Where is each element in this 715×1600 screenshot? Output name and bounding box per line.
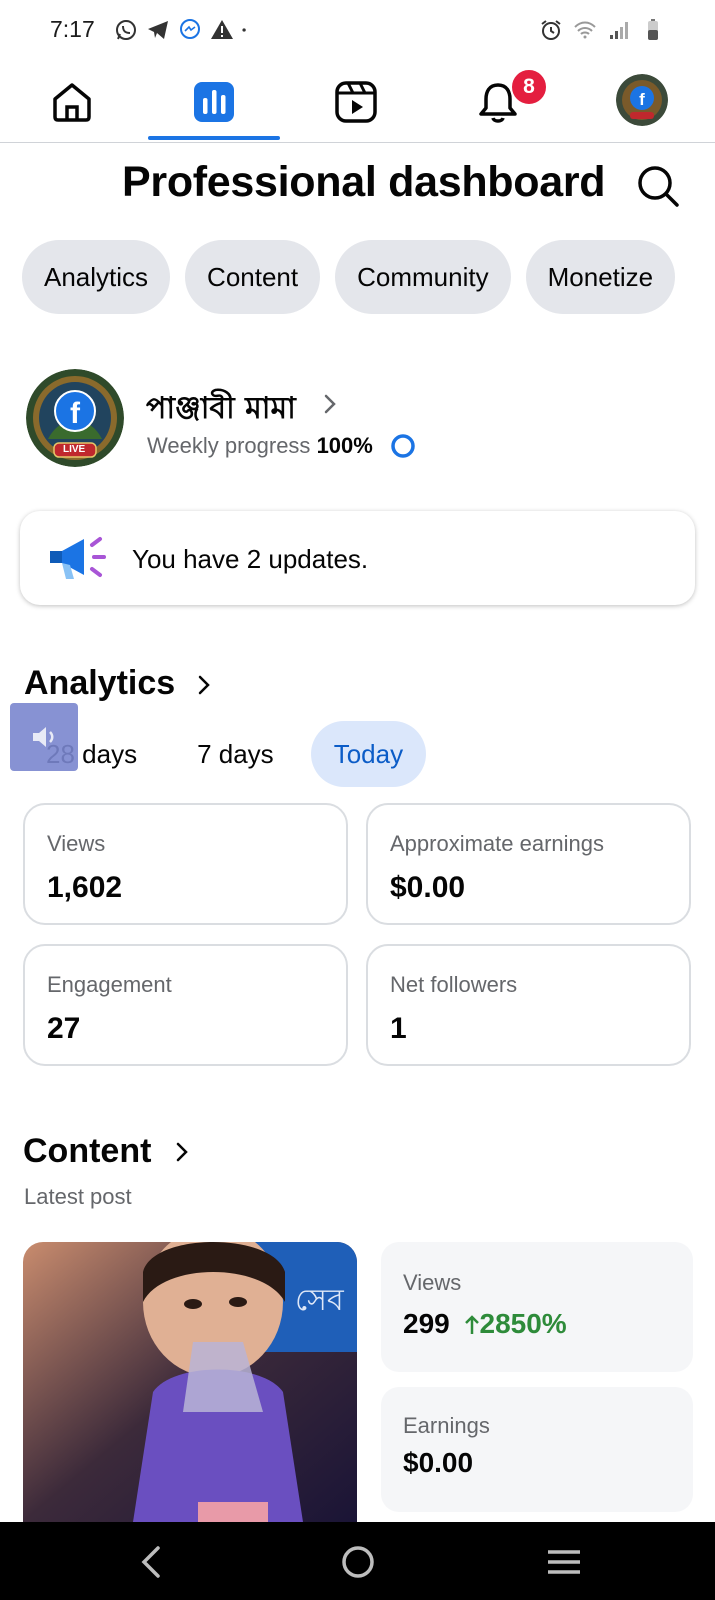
post-views-number: 299	[403, 1308, 450, 1339]
svg-text:f: f	[70, 397, 81, 430]
home-icon	[53, 83, 91, 122]
back-icon[interactable]	[130, 1540, 174, 1584]
nav-profile-avatar[interactable]: f	[616, 74, 668, 126]
updates-card[interactable]: You have 2 updates.	[20, 511, 695, 605]
latest-post-thumbnail[interactable]: সেব	[23, 1242, 357, 1522]
nav-dashboard[interactable]	[184, 72, 244, 132]
thumbnail-overlay-text: সেব	[295, 1283, 344, 1318]
post-views-growth: 2850%	[464, 1308, 567, 1339]
megaphone-icon	[50, 537, 106, 579]
section-chips: Analytics Content Community Monetize	[22, 240, 676, 314]
stat-value: $0.00	[390, 871, 466, 904]
speaker-icon	[33, 727, 54, 747]
reels-icon	[335, 81, 377, 123]
progress-value: 100%	[316, 433, 373, 458]
home-circle-icon[interactable]	[336, 1540, 380, 1584]
growth-value: 2850%	[479, 1308, 567, 1339]
status-time: 7:17	[50, 16, 95, 42]
chip-monetize[interactable]: Monetize	[525, 240, 676, 314]
updates-text: You have 2 updates.	[132, 544, 369, 574]
messenger-icon	[180, 19, 200, 39]
post-views-value: 299 2850%	[403, 1308, 567, 1340]
stat-value: 1	[390, 1012, 407, 1045]
search-icon	[638, 166, 679, 207]
content-chevron-icon[interactable]	[174, 1140, 190, 1164]
profile-avatar[interactable]: f LIVE	[26, 369, 124, 467]
post-views-label: Views	[403, 1270, 462, 1295]
arrow-up-icon	[464, 1315, 479, 1334]
progress-label: Weekly progress	[147, 433, 311, 458]
live-badge: LIVE	[63, 444, 86, 455]
post-views-card[interactable]: Views 299 2850%	[381, 1242, 693, 1372]
chevron-right-icon[interactable]	[322, 392, 338, 416]
analytics-title[interactable]: Analytics	[24, 664, 175, 703]
svg-text:f: f	[639, 90, 645, 109]
post-earnings-label: Earnings	[403, 1413, 490, 1438]
status-left-icons	[114, 18, 252, 42]
notification-badge: 8	[510, 68, 548, 106]
nav-home[interactable]	[42, 72, 102, 132]
signal-icon	[610, 22, 628, 39]
whatsapp-icon	[116, 20, 136, 40]
chip-analytics[interactable]: Analytics	[22, 240, 171, 314]
status-bar: 7:17	[0, 0, 715, 60]
weekly-progress: Weekly progress 100%	[147, 433, 373, 459]
analytics-chevron-icon[interactable]	[196, 673, 212, 697]
dashboard-icon	[194, 82, 234, 122]
dot-icon	[242, 28, 246, 32]
post-earnings-value: $0.00	[403, 1447, 474, 1478]
stat-label: Approximate earnings	[390, 831, 605, 856]
recents-menu-icon[interactable]	[542, 1540, 586, 1584]
wifi-icon	[574, 21, 596, 39]
stat-label: Engagement	[47, 972, 172, 997]
system-navigation-bar	[0, 1522, 715, 1600]
post-earnings-card[interactable]: Earnings $0.00	[381, 1387, 693, 1512]
stat-value: 1,602	[47, 871, 123, 904]
stat-card-earnings[interactable]: Approximate earnings $0.00	[366, 803, 691, 925]
chip-community[interactable]: Community	[335, 240, 511, 314]
stat-card-net-followers[interactable]: Net followers 1	[366, 944, 691, 1066]
avatar-image: f	[616, 74, 668, 126]
active-tab-indicator	[148, 136, 280, 140]
page-title: Professional dashboard	[122, 158, 606, 206]
nav-reels[interactable]	[326, 72, 386, 132]
battery-icon	[648, 19, 658, 40]
progress-ring-icon	[391, 434, 415, 458]
profile-name[interactable]: পাঞ্জাবী মামা	[146, 384, 296, 435]
stat-card-engagement[interactable]: Engagement 27	[23, 944, 348, 1066]
search-button[interactable]	[634, 162, 682, 210]
stat-label: Net followers	[390, 972, 518, 997]
alarm-icon	[541, 20, 561, 40]
latest-post-label: Latest post	[24, 1184, 132, 1209]
range-tab-today[interactable]: Today	[310, 721, 427, 787]
stat-card-views[interactable]: Views 1,602	[23, 803, 348, 925]
stat-label: Views	[47, 831, 106, 856]
range-tabs: 28 days 7 days Today	[24, 721, 427, 787]
status-right-icons	[539, 18, 665, 42]
floating-sound-button[interactable]	[10, 703, 78, 771]
warning-icon	[211, 20, 233, 39]
stat-value: 27	[47, 1012, 81, 1045]
range-tab-7-days[interactable]: 7 days	[174, 721, 297, 787]
telegram-icon	[148, 21, 168, 39]
top-nav	[0, 62, 715, 143]
content-title[interactable]: Content	[23, 1132, 151, 1171]
chip-content[interactable]: Content	[185, 240, 321, 314]
